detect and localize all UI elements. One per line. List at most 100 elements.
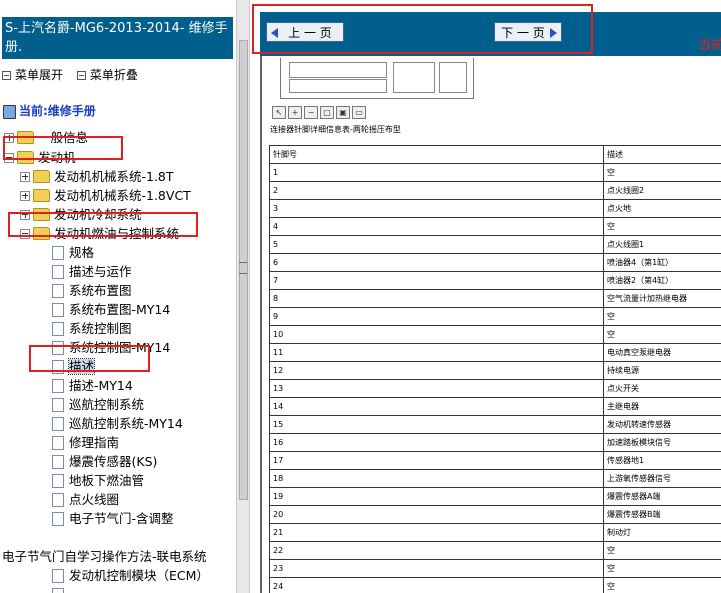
document-icon [52, 587, 64, 593]
tree-doc-item[interactable]: 规格 [52, 242, 94, 261]
fullscreen-icon[interactable]: ▭ [352, 106, 366, 119]
pin-description-cell: 电动真空泵继电器 [603, 343, 721, 362]
pin-description-cell: 点火地 [603, 199, 721, 218]
expand-toggle-icon[interactable] [20, 209, 30, 220]
collapse-toggle-icon[interactable] [20, 228, 30, 239]
tree-item-label: 发动机 [38, 150, 76, 165]
tree-item-label: 发动机控制模块（ECM） [69, 568, 209, 583]
tree-item-label: 地板下燃油管 [69, 473, 145, 488]
folder-icon [33, 189, 50, 202]
next-page-button[interactable]: 下 一 页 [494, 22, 562, 42]
pin-number-cell: 18 [269, 469, 604, 488]
pin-description-cell: 空 [603, 325, 721, 344]
pin-number-cell: 1 [269, 163, 604, 182]
tree-folder-item[interactable]: 发动机 [4, 147, 76, 166]
pane-splitter-grip[interactable] [239, 262, 247, 274]
tree-doc-item[interactable]: 系统布置图-MY14 [52, 299, 170, 318]
select-tool-icon[interactable]: ↖ [272, 106, 286, 119]
zoom-fit-icon[interactable]: □ [320, 106, 334, 119]
tree-item-label: 一般信息 [38, 130, 89, 145]
expand-toggle-icon[interactable] [20, 171, 30, 182]
tree-folder-item[interactable]: 发动机燃油与控制系统 [20, 223, 179, 242]
tree-item-label: 系统布置图 [69, 283, 132, 298]
tree-item-label: 规格 [69, 245, 95, 260]
tree-folder-item[interactable]: 发动机机械系统-1.8T [20, 166, 174, 185]
tree-doc-item[interactable]: 巡航控制系统-MY14 [52, 413, 183, 432]
pin-description-cell: 空 [603, 541, 721, 560]
tree-item-label: 系统控制图 [69, 321, 132, 336]
table-row: 3 点火地 [269, 199, 721, 218]
current-location-label-right: 当前 [698, 38, 721, 53]
pin-description-cell: 点火线圈1 [603, 235, 721, 254]
tree-folder-item[interactable]: 一般信息 [4, 127, 88, 146]
tree-doc-item[interactable]: 发动机控制模块（ECM） [52, 565, 209, 584]
page-navigation-bar: 上 一 页 下 一 页 [252, 4, 721, 56]
current-location-label: 当前:维修手册 [19, 104, 96, 118]
table-row: 20 爆震传感器B端 [269, 505, 721, 524]
expand-menu-link[interactable]: 菜单展开 [2, 66, 63, 83]
tree-doc-item[interactable]: 电子节气门自学习操作方法-联电系统 [2, 546, 207, 565]
expand-toggle-icon[interactable] [4, 132, 14, 143]
print-icon[interactable]: ▣ [336, 106, 350, 119]
table-row: 22 空 [269, 541, 721, 560]
tree-item-label: 点火线圈 [69, 492, 120, 507]
document-icon [52, 568, 64, 583]
pin-description-cell: 空 [603, 163, 721, 182]
connector-slot [289, 62, 387, 78]
document-icon [52, 264, 64, 279]
tree-doc-item[interactable]: 巡航控制系统 [52, 394, 144, 413]
pin-number-cell: 10 [269, 325, 604, 344]
pin-number-cell: 16 [269, 433, 604, 452]
table-row: 8 空气流量计加热继电器 [269, 289, 721, 308]
pin-description-cell: 持续电源 [603, 361, 721, 380]
previous-page-button[interactable]: 上 一 页 [266, 22, 344, 42]
pin-number-cell: 4 [269, 217, 604, 236]
tree-doc-item[interactable]: 电子节气门-含调整 [52, 508, 174, 527]
tree-folder-item[interactable]: 发动机冷却系统 [20, 204, 142, 223]
document-icon [52, 340, 64, 355]
zoom-in-icon[interactable]: + [288, 106, 302, 119]
pin-number-cell: 11 [269, 343, 604, 362]
pin-number-cell: 17 [269, 451, 604, 470]
pin-number-cell: 20 [269, 505, 604, 524]
tree-doc-item[interactable]: 爆震传感器(KS) [52, 451, 157, 470]
document-icon [52, 283, 64, 298]
table-row: 17 传感器地1 [269, 451, 721, 470]
connector-table-caption: 连接器针脚详细信息表-两轮摇压布型 [270, 125, 401, 134]
pin-description-cell: 空 [603, 559, 721, 578]
tree-item-label: 修理指南 [69, 435, 120, 450]
tree-doc-item[interactable]: 描述与运作 [52, 261, 132, 280]
tree-scrollbar[interactable] [236, 0, 250, 593]
table-row: 7 喷油器2（第4缸） [269, 271, 721, 290]
tree-folder-item[interactable]: 发动机机械系统-1.8VCT [20, 185, 191, 204]
previous-page-label: 上 一 页 [288, 26, 332, 40]
collapse-toggle-icon[interactable] [4, 152, 14, 163]
expand-toggle-icon[interactable] [20, 190, 30, 201]
tree-doc-item[interactable]: 修理指南 [52, 432, 119, 451]
pin-number-cell: 7 [269, 271, 604, 290]
tree-doc-item[interactable]: 描述-MY14 [52, 375, 133, 394]
tree-item-label: 系统布置图-MY14 [69, 302, 171, 317]
table-row: 14 主继电器 [269, 397, 721, 416]
tree-doc-item[interactable]: 描述 [52, 356, 96, 375]
table-row: 18 上游氧传感器信号 [269, 469, 721, 488]
connector-diagram [280, 58, 474, 99]
collapse-menu-link[interactable]: 菜单折叠 [76, 66, 138, 83]
zoom-out-icon[interactable]: − [304, 106, 318, 119]
pin-description-cell: 点火开关 [603, 379, 721, 398]
pin-description-cell: 点火线圈2 [603, 181, 721, 200]
table-row: 16 加速踏板模块信号 [269, 433, 721, 452]
connector-slot [393, 62, 435, 93]
pin-description-cell: 喷油器4（第1缸） [603, 253, 721, 272]
tree-doc-item[interactable]: 点火线圈 [52, 489, 119, 508]
tree-doc-item[interactable]: 系统控制图 [52, 318, 132, 337]
tree-doc-item[interactable]: 系统控制图-MY14 [52, 337, 170, 356]
tree-doc-item[interactable]: 系统布置图 [52, 280, 132, 299]
tree-item-label: 巡航控制系统-MY14 [69, 416, 183, 431]
document-icon [52, 492, 64, 507]
table-row: 19 爆震传感器A端 [269, 487, 721, 506]
manual-title: S-上汽名爵-MG6-2013-2014- 维修手册. [2, 17, 233, 59]
pin-number-cell: 3 [269, 199, 604, 218]
tree-doc-item[interactable]: 地板下燃油管 [52, 470, 144, 489]
tree-doc-item[interactable] [52, 584, 69, 593]
